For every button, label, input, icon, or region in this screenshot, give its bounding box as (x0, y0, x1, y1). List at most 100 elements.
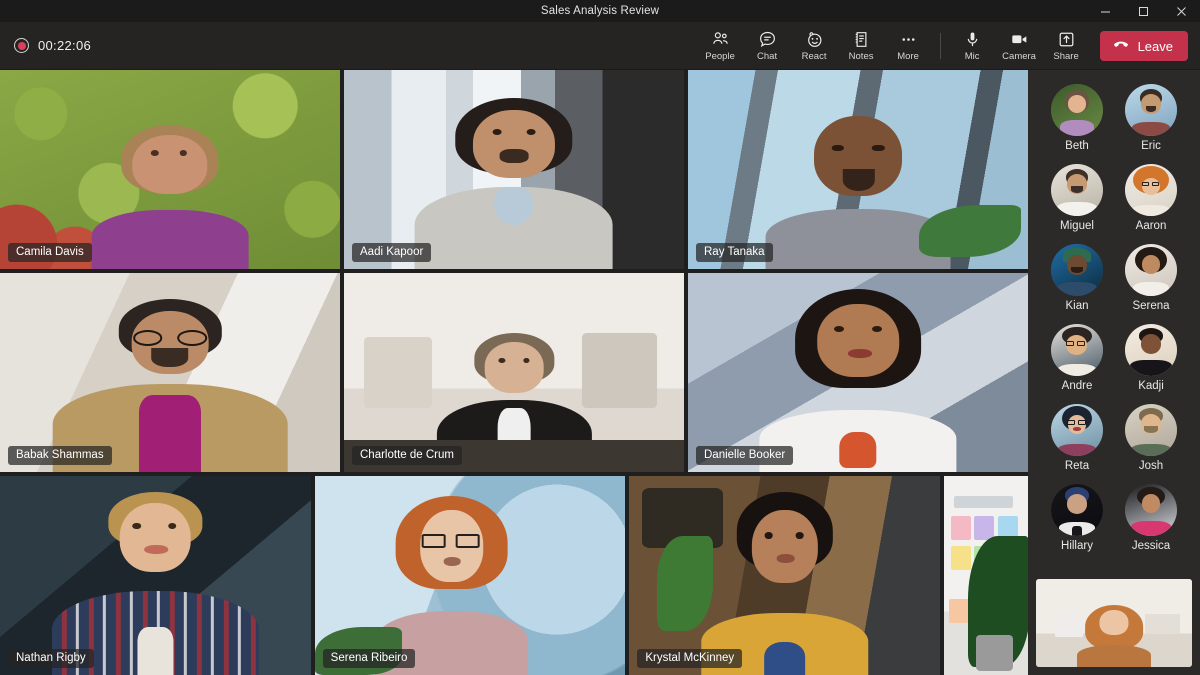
minimize-icon (1100, 11, 1110, 12)
notes-icon (852, 30, 871, 49)
share-button[interactable]: Share (1043, 23, 1090, 69)
window-controls (1086, 0, 1200, 22)
avatar-image (1125, 84, 1177, 136)
people-icon (711, 30, 730, 49)
roster-name: Kadji (1138, 380, 1164, 392)
roster-item-hillary[interactable]: Hillary (1040, 484, 1114, 552)
roster-name: Andre (1061, 380, 1093, 392)
participant-name-badge: Babak Shammas (8, 446, 112, 465)
chat-label: Chat (757, 51, 778, 62)
avatar-image (1051, 324, 1103, 376)
participant-name-badge: Nathan Rigby (8, 649, 94, 668)
video-row: Camila Davis Aadi Kapoor Ray Tanaka (0, 70, 1028, 269)
roster-item-josh[interactable]: Josh (1114, 404, 1188, 472)
roster-item-kian[interactable]: Kian (1040, 244, 1114, 312)
tile-background (0, 476, 311, 675)
more-button[interactable]: More (885, 23, 932, 69)
tile-background (344, 273, 684, 472)
leave-label: Leave (1137, 38, 1173, 54)
video-tile-charlotte-de-crum[interactable]: Charlotte de Crum (344, 273, 684, 472)
tile-background (688, 70, 1028, 269)
video-tile-krystal-mckinney[interactable]: Krystal McKinney (629, 476, 941, 675)
roster-name: Reta (1064, 460, 1090, 472)
close-icon (1176, 6, 1186, 16)
notes-button[interactable]: Notes (838, 23, 885, 69)
roster-item-reta[interactable]: Reta (1040, 404, 1114, 472)
tile-background (314, 476, 626, 675)
video-row: Nathan Rigby Serena Ribeiro Krystal McKi… (0, 476, 1029, 675)
participant-roster: Beth Eric Miguel Aaron Kian Serena Andre… (1028, 70, 1200, 675)
avatar-image (1125, 404, 1177, 456)
camera-icon (1010, 30, 1029, 49)
avatar (1125, 84, 1177, 136)
minimize-button[interactable] (1086, 0, 1124, 22)
video-tile-serena-ribeiro[interactable]: Serena Ribeiro (314, 476, 626, 675)
camera-button[interactable]: Camera (996, 23, 1043, 69)
roster-item-miguel[interactable]: Miguel (1040, 164, 1114, 232)
avatar (1051, 404, 1103, 456)
shared-content-panel[interactable] (944, 476, 1029, 675)
avatar-image (1051, 244, 1103, 296)
tile-background (0, 70, 340, 269)
avatar-image (1051, 164, 1103, 216)
roster-name: Eric (1141, 140, 1161, 152)
video-stage: Camila Davis Aadi Kapoor Ray Tanaka Baba… (0, 70, 1029, 675)
meeting-timer: 00:22:06 (38, 38, 92, 53)
participant-name-badge: Krystal McKinney (637, 649, 743, 668)
mic-label: Mic (964, 51, 980, 62)
avatar-image (1051, 404, 1103, 456)
chat-button[interactable]: Chat (744, 23, 791, 69)
video-tile-ray-tanaka[interactable]: Ray Tanaka (688, 70, 1028, 269)
people-button[interactable]: People (697, 23, 744, 69)
avatar (1051, 164, 1103, 216)
roster-name: Kian (1065, 300, 1089, 312)
microphone-icon (963, 30, 982, 49)
roster-item-jessica[interactable]: Jessica (1114, 484, 1188, 552)
video-tile-aadi-kapoor[interactable]: Aadi Kapoor (344, 70, 684, 269)
avatar (1051, 324, 1103, 376)
roster-item-eric[interactable]: Eric (1114, 84, 1188, 152)
roster-name: Miguel (1060, 220, 1094, 232)
tile-background (344, 70, 684, 269)
participant-name-badge: Danielle Booker (696, 446, 794, 465)
video-row: Babak Shammas Charlotte de Crum Danielle… (0, 273, 1028, 472)
more-icon (899, 30, 918, 49)
avatar-image (1051, 484, 1103, 536)
video-tile-camila-davis[interactable]: Camila Davis (0, 70, 340, 269)
video-tile-nathan-rigby[interactable]: Nathan Rigby (0, 476, 311, 675)
roster-item-aaron[interactable]: Aaron (1114, 164, 1188, 232)
roster-item-beth[interactable]: Beth (1040, 84, 1114, 152)
avatar-image (1125, 244, 1177, 296)
recording-status: 00:22:06 (0, 38, 91, 53)
leave-button[interactable]: Leave (1099, 31, 1188, 61)
self-view-tile[interactable] (1036, 579, 1192, 667)
window-title: Sales Analysis Review (540, 5, 660, 17)
mic-button[interactable]: Mic (949, 23, 996, 69)
video-tile-babak-shammas[interactable]: Babak Shammas (0, 273, 340, 472)
react-label: React (801, 51, 827, 62)
roster-item-andre[interactable]: Andre (1040, 324, 1114, 392)
avatar-image (1125, 484, 1177, 536)
tile-background (0, 273, 340, 472)
meeting-toolbar: 00:22:06 People Chat React Notes More Mi… (0, 22, 1200, 70)
share-icon (1057, 30, 1076, 49)
roster-item-kadji[interactable]: Kadji (1114, 324, 1188, 392)
more-label: More (897, 51, 919, 62)
avatar (1125, 324, 1177, 376)
avatar-image (1051, 84, 1103, 136)
recording-icon (14, 38, 29, 53)
avatar (1125, 164, 1177, 216)
avatar (1125, 404, 1177, 456)
notes-label: Notes (848, 51, 874, 62)
close-button[interactable] (1162, 0, 1200, 22)
avatar-image (1125, 164, 1177, 216)
tile-background (944, 476, 1029, 675)
react-button[interactable]: React (791, 23, 838, 69)
participant-name-badge: Ray Tanaka (696, 243, 773, 262)
video-tile-danielle-booker[interactable]: Danielle Booker (688, 273, 1028, 472)
maximize-button[interactable] (1124, 0, 1162, 22)
roster-item-serena[interactable]: Serena (1114, 244, 1188, 312)
roster-name: Beth (1065, 140, 1089, 152)
camera-label: Camera (1002, 51, 1036, 62)
roster-grid: Beth Eric Miguel Aaron Kian Serena Andre… (1028, 84, 1200, 552)
